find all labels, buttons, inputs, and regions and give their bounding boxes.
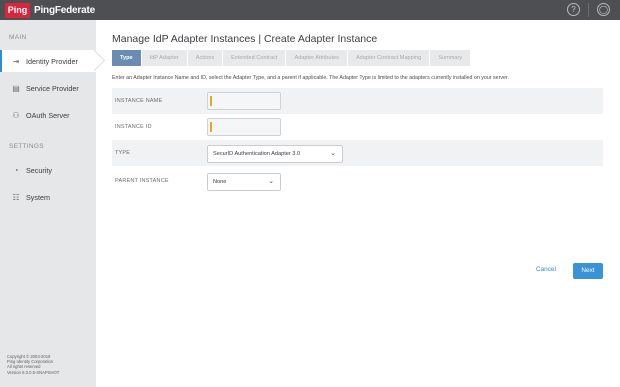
- chevron-down-icon: ⌄: [268, 178, 274, 185]
- parent-instance-select[interactable]: None ⌄: [207, 173, 281, 191]
- instance-name-input[interactable]: [207, 92, 281, 110]
- service-provider-icon: ▤: [12, 83, 20, 93]
- tab-extended-contract[interactable]: Extended Contract: [223, 50, 286, 66]
- tab-adapter-contract-mapping[interactable]: Adapter Contract Mapping: [347, 50, 430, 66]
- sidebar-item-identity-provider[interactable]: ⇥ Identity Provider: [0, 50, 98, 72]
- oauth-server-icon: ⚇: [12, 110, 20, 120]
- sidebar-item-label: OAuth Server: [26, 110, 70, 120]
- adapter-type-select[interactable]: SecurID Authentication Adapter 3.0 ⌄: [207, 145, 343, 163]
- required-marker: [210, 122, 212, 132]
- identity-provider-icon: ⇥: [12, 56, 20, 66]
- sidebar-item-label: System: [26, 192, 50, 202]
- sidebar-item-label: Security: [26, 165, 52, 175]
- tab-actions[interactable]: Actions: [187, 50, 223, 66]
- footer-line: Version 9.3.0.5-SNAPSHOT: [7, 369, 60, 375]
- security-icon: ◔: [13, 165, 19, 175]
- product-name: PingFederate: [34, 5, 95, 16]
- system-icon: ☷: [12, 192, 20, 202]
- instance-name-row: INSTANCE NAME: [112, 88, 603, 114]
- help-icon[interactable]: ?: [567, 3, 580, 16]
- user-icon[interactable]: ◯: [597, 3, 610, 16]
- sidebar-item-security[interactable]: ◔ Security: [0, 159, 96, 181]
- sidebar-item-label: Service Provider: [26, 83, 79, 93]
- sidebar-item-service-provider[interactable]: ▤ Service Provider: [0, 77, 96, 99]
- cancel-button[interactable]: Cancel: [536, 266, 556, 273]
- instance-id-label: INSTANCE ID: [115, 124, 152, 130]
- instance-id-row: INSTANCE ID: [112, 114, 603, 140]
- sidebar-item-system[interactable]: ☷ System: [0, 186, 96, 208]
- type-label: TYPE: [115, 150, 131, 156]
- intro-text: Enter an Adapter Instance Name and ID, s…: [112, 75, 509, 81]
- type-row: TYPE SecurID Authentication Adapter 3.0 …: [112, 140, 603, 166]
- adapter-type-value: SecurID Authentication Adapter 3.0: [213, 151, 301, 157]
- parent-instance-value: None: [213, 179, 227, 185]
- section-label-settings: SETTINGS: [9, 143, 44, 150]
- instance-id-input[interactable]: [207, 118, 281, 136]
- instance-name-label: INSTANCE NAME: [115, 98, 163, 104]
- copyright-footer: Copyright © 2003-2019 Ping Identity Corp…: [7, 354, 59, 375]
- sidebar: MAIN ⇥ Identity Provider ▤ Service Provi…: [0, 20, 98, 387]
- sidebar-item-label: Identity Provider: [26, 56, 78, 66]
- chevron-down-icon: ⌄: [330, 150, 336, 157]
- tab-summary[interactable]: Summary: [430, 50, 471, 66]
- ping-logo: Ping: [5, 3, 30, 18]
- top-bar: Ping PingFederate ? ◯: [0, 0, 620, 20]
- tab-type[interactable]: Type: [112, 50, 141, 66]
- wizard-tabs: Type IdP Adapter Actions Extended Contra…: [112, 50, 471, 66]
- page-title: Manage IdP Adapter Instances | Create Ad…: [112, 33, 378, 45]
- top-bar-divider: [588, 3, 589, 17]
- sidebar-item-oauth-server[interactable]: ⚇ OAuth Server: [0, 104, 96, 126]
- parent-instance-label: PARENT INSTANCE: [115, 178, 169, 184]
- tab-adapter-attributes[interactable]: Adapter Attributes: [286, 50, 347, 66]
- parent-instance-row: PARENT INSTANCE None ⌄: [112, 168, 603, 194]
- next-button[interactable]: Next: [573, 263, 603, 279]
- required-marker: [210, 96, 212, 106]
- section-label-main: MAIN: [9, 34, 27, 41]
- tab-idp-adapter[interactable]: IdP Adapter: [141, 50, 187, 66]
